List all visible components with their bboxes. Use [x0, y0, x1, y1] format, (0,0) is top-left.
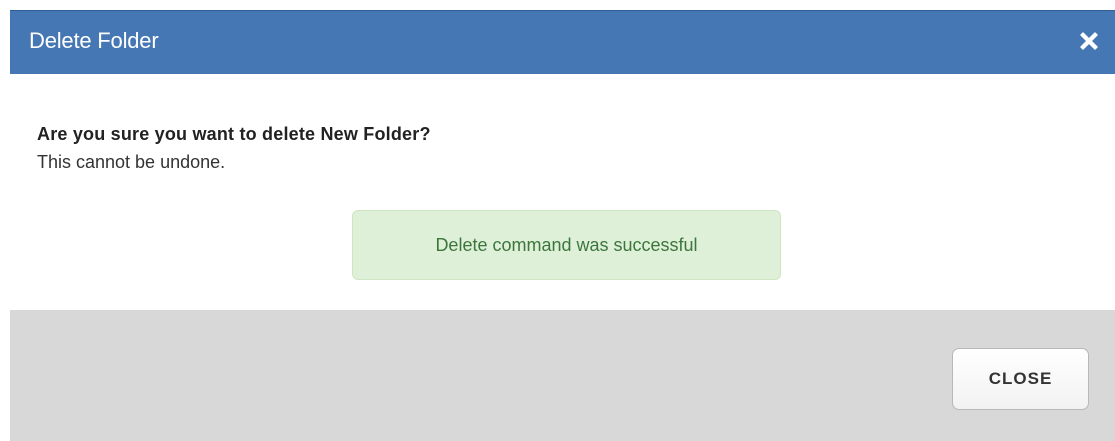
success-alert: Delete command was successful	[352, 210, 781, 280]
close-button[interactable]: CLOSE	[952, 348, 1089, 410]
close-icon[interactable]	[1077, 29, 1101, 53]
dialog-titlebar: Delete Folder	[10, 11, 1115, 74]
success-alert-text: Delete command was successful	[435, 234, 698, 255]
confirmation-question: Are you sure you want to delete New Fold…	[37, 124, 431, 144]
close-x-glyph	[1080, 32, 1098, 50]
dialog-body: Are you sure you want to delete New Fold…	[10, 74, 1115, 310]
dialog-title: Delete Folder	[29, 28, 159, 53]
dialog-footer: CLOSE	[10, 310, 1115, 441]
close-button-label: CLOSE	[988, 369, 1053, 388]
warning-text: This cannot be undone.	[37, 152, 226, 172]
delete-folder-dialog: Delete Folder Are you sure you want to d…	[10, 10, 1115, 441]
